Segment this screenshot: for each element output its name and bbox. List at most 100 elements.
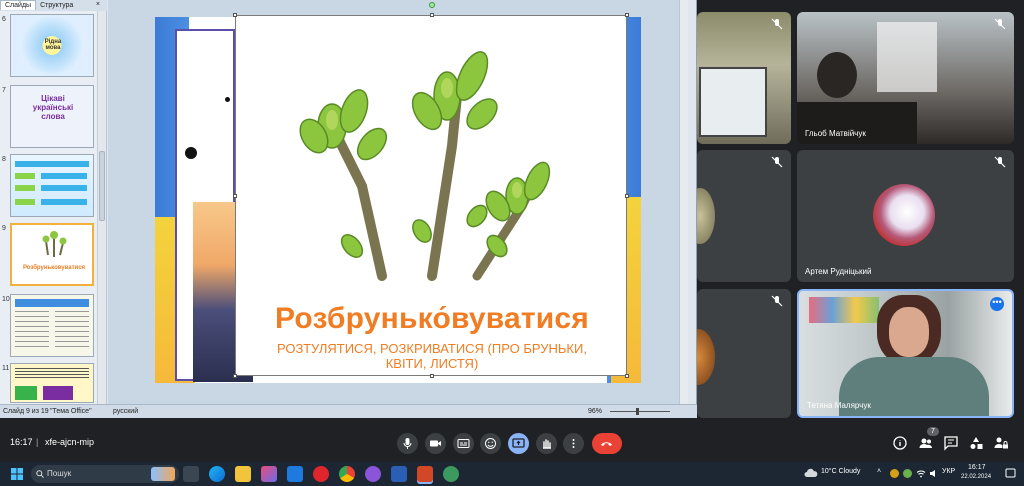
weather-text[interactable]: 10°C Cloudy: [821, 468, 860, 475]
edge-icon[interactable]: [209, 466, 225, 482]
mail-icon[interactable]: [287, 466, 303, 482]
participant-tile[interactable]: [697, 12, 791, 144]
tab-slides[interactable]: Слайды: [0, 0, 37, 10]
participant-tile[interactable]: [697, 150, 791, 282]
clock-time[interactable]: 16:17: [968, 464, 986, 471]
raise-hand-button[interactable]: [536, 433, 557, 454]
meeting-details-button[interactable]: [892, 435, 908, 451]
language-status[interactable]: русский: [113, 408, 138, 415]
participant-tile[interactable]: Артем Рудніцький: [797, 150, 1014, 282]
current-slide[interactable]: Розбрунько́вуватися РОЗТУЛЯТИСЯ, РОЗКРИВ…: [233, 2, 629, 378]
mic-icon: [403, 438, 412, 449]
camera-icon: [430, 440, 441, 447]
slide-thumbnail-10[interactable]: [10, 294, 94, 357]
zoom-slider-thumb[interactable]: [636, 408, 639, 415]
tray-app-icon[interactable]: [890, 469, 899, 478]
mic-button[interactable]: [397, 433, 418, 454]
hand-icon: [543, 439, 551, 449]
word-icon[interactable]: [391, 466, 407, 482]
host-controls-button[interactable]: [993, 435, 1009, 451]
activities-button[interactable]: [968, 435, 984, 451]
windows-taskbar: Пошук 10°C Cloudy ˄ УКР 16:17 22.02.2024: [0, 462, 1024, 486]
taskbar-search-box[interactable]: Пошук: [31, 465, 179, 483]
webcam-window-content: [699, 67, 767, 137]
more-vert-icon: [572, 439, 575, 448]
chat-icon: [944, 436, 958, 451]
captions-button[interactable]: [453, 433, 474, 454]
volume-icon[interactable]: [929, 469, 939, 478]
wall-pictures: [809, 297, 879, 323]
present-button[interactable]: [508, 433, 529, 454]
more-options-icon[interactable]: •••: [990, 297, 1004, 311]
mic-off-icon: [994, 18, 1006, 30]
slide-thumbnail-pane: Слайды Структура × 6 Рідна мова 7 Цікаві …: [0, 0, 107, 404]
viber-icon[interactable]: [365, 466, 381, 482]
mic-off-icon: [994, 156, 1006, 168]
emoji-button[interactable]: [480, 433, 501, 454]
participant-name: Артем Рудніцький: [805, 267, 872, 276]
theme-name: "Тема Office": [50, 408, 92, 415]
windows-start-icon[interactable]: [11, 468, 23, 480]
participant-tile-speaking[interactable]: Тетяна Малярчук •••: [797, 289, 1014, 418]
end-call-button[interactable]: [592, 433, 622, 454]
slide-thumbnail-8[interactable]: [10, 154, 94, 217]
resize-handle[interactable]: [625, 374, 629, 378]
resize-handle[interactable]: [233, 13, 237, 17]
chevron-up-icon[interactable]: ˄: [877, 468, 881, 475]
notifications-icon[interactable]: [1005, 468, 1016, 479]
tray-app-icon[interactable]: [903, 469, 912, 478]
wifi-icon[interactable]: [916, 469, 926, 478]
resize-handle[interactable]: [625, 13, 629, 17]
close-icon[interactable]: ×: [92, 0, 104, 9]
screen: Гльоб Матвійчук Артем Рудніцький Тетяна …: [0, 0, 1024, 486]
tab-outline[interactable]: Структура: [36, 1, 77, 10]
participant-tile[interactable]: [697, 289, 791, 418]
task-view-icon[interactable]: [183, 466, 199, 482]
chrome-icon[interactable]: [339, 466, 355, 482]
shapes-icon: [970, 437, 983, 449]
avatar: [873, 184, 935, 246]
file-explorer-icon[interactable]: [235, 466, 251, 482]
meeting-code: xfe-ajcn-mip: [45, 437, 95, 447]
slide-thumbnail-6[interactable]: Рідна мова: [10, 14, 94, 77]
powerpoint-window: Слайды Структура × 6 Рідна мова 7 Цікаві …: [0, 0, 697, 418]
slide-thumbnail-11[interactable]: [10, 363, 94, 403]
captions-icon: [457, 439, 470, 448]
slide-thumbnail-9-selected[interactable]: Розбруньковуватися: [10, 223, 94, 286]
opera-icon[interactable]: [313, 466, 329, 482]
clock-date[interactable]: 22.02.2024: [961, 474, 991, 480]
people-count-badge: 7: [927, 427, 939, 436]
separator: |: [36, 437, 39, 447]
avatar: [697, 329, 715, 385]
resize-handle[interactable]: [233, 194, 237, 198]
slide-number: 6: [2, 16, 6, 23]
powerpoint-icon[interactable]: [417, 466, 433, 482]
people-button[interactable]: [918, 435, 934, 451]
editor-scrollbar[interactable]: [679, 0, 688, 404]
resize-handle[interactable]: [430, 13, 434, 17]
zoom-level[interactable]: 96%: [588, 408, 602, 415]
resize-handle[interactable]: [430, 374, 434, 378]
thumbnail-text: Рідна мова: [44, 39, 62, 51]
slide-number: 10: [2, 296, 10, 303]
resize-handle[interactable]: [233, 374, 237, 378]
window-light: [877, 22, 937, 92]
slide-word: Розбрунько́вуватися: [274, 302, 590, 335]
rotate-handle[interactable]: [429, 2, 435, 8]
mic-off-icon: [771, 295, 783, 307]
search-icon: [36, 470, 44, 478]
store-icon[interactable]: [261, 466, 277, 482]
chat-button[interactable]: [943, 435, 959, 451]
zoom-slider[interactable]: [610, 411, 670, 412]
app-icon[interactable]: [443, 466, 459, 482]
slide-thumbnail-7[interactable]: Цікаві українські слова: [10, 85, 94, 148]
input-language[interactable]: УКР: [942, 468, 955, 475]
cloud-icon: [804, 468, 818, 477]
camera-button[interactable]: [425, 433, 446, 454]
mic-off-icon: [771, 18, 783, 30]
resize-handle[interactable]: [625, 194, 629, 198]
thumbnail-scrollbar[interactable]: [97, 11, 106, 404]
participant-tile[interactable]: Гльоб Матвійчук: [797, 12, 1014, 144]
more-options-button[interactable]: [563, 433, 584, 454]
status-bar: Слайд 9 из 19 "Тема Office" русский 96%: [0, 404, 697, 418]
